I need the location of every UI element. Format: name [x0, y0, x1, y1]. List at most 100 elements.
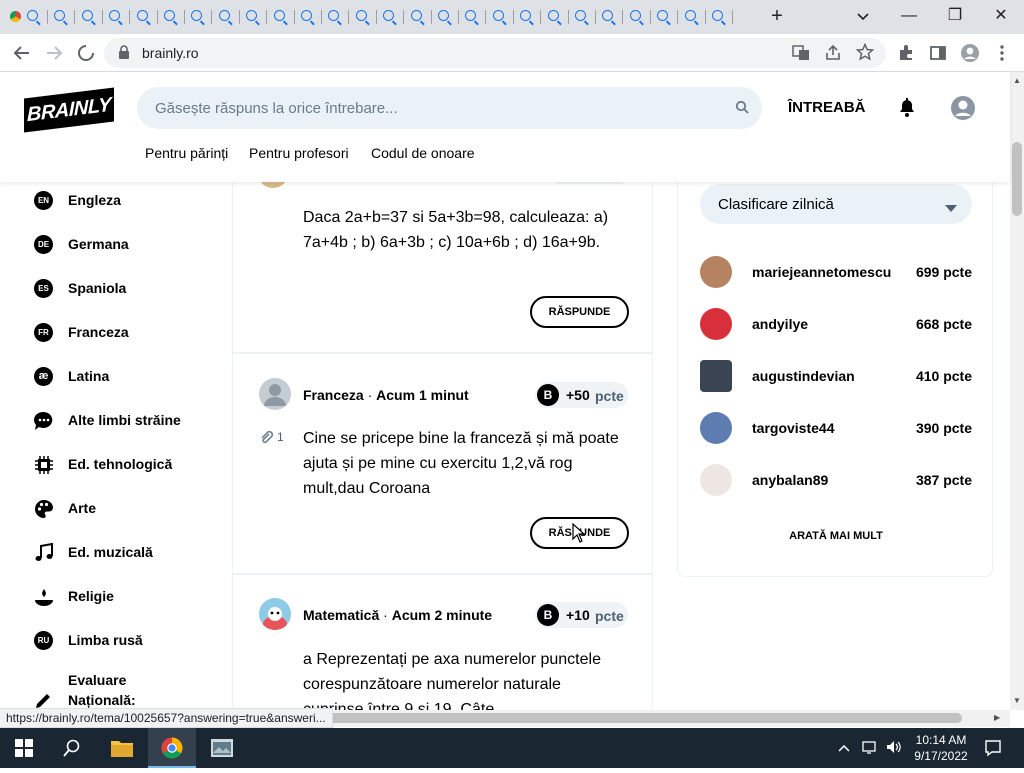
ranking-row[interactable]: targoviste44 390 pcte — [700, 410, 974, 450]
sidebar-item-limba-rusa[interactable]: RU Limba rusă — [34, 624, 224, 654]
tab-search-favicon-icon[interactable] — [27, 10, 38, 21]
search-input[interactable] — [155, 97, 715, 119]
avatar[interactable] — [700, 308, 732, 340]
volume-icon[interactable] — [886, 740, 902, 759]
avatar[interactable] — [700, 360, 732, 392]
translate-icon[interactable] — [792, 44, 810, 67]
bookmark-star-icon[interactable] — [855, 42, 875, 66]
sidebar-item-franceza[interactable]: FR Franceza — [34, 316, 224, 346]
avatar[interactable] — [259, 598, 291, 630]
sidebar-item-ed-muzicala[interactable]: Ed. muzicală — [34, 536, 224, 566]
tab-search-favicon-icon[interactable] — [383, 10, 395, 21]
tab-search-favicon-icon[interactable] — [657, 10, 669, 21]
clock[interactable]: 10:14 AM 9/17/2022 — [912, 732, 970, 764]
tab-search-favicon-icon[interactable] — [136, 10, 148, 21]
profile-icon[interactable] — [958, 41, 982, 65]
search-box[interactable] — [137, 87, 762, 129]
ranking-username[interactable]: anybalan89 — [752, 472, 828, 488]
sidebar-item-evaluare[interactable]: Evaluare Națională: — [34, 666, 224, 710]
ranking-row[interactable]: anybalan89 387 pcte — [700, 462, 974, 502]
tab-search-favicon-icon[interactable] — [520, 10, 532, 21]
question-text[interactable]: Daca 2a+b=37 si 5a+3b=98, calculeaza: a)… — [303, 205, 623, 255]
ranking-username[interactable]: targoviste44 — [752, 420, 834, 436]
menu-kebab-icon[interactable] — [990, 41, 1014, 65]
forward-icon[interactable] — [42, 41, 66, 65]
ranking-row[interactable]: augustindevian 410 pcte — [700, 358, 974, 398]
lock-icon[interactable] — [118, 45, 130, 65]
file-explorer-icon[interactable] — [98, 728, 146, 768]
notification-center-icon[interactable] — [984, 739, 1002, 762]
address-bar[interactable]: brainly.ro — [104, 38, 886, 68]
sidebar-item-latina[interactable]: æ Latina — [34, 360, 224, 390]
close-window-button[interactable]: ✕ — [986, 4, 1016, 28]
sidebar-item-spaniola[interactable]: ES Spaniola — [34, 272, 224, 302]
taskbar-search-icon[interactable] — [48, 728, 96, 768]
avatar[interactable] — [700, 464, 732, 496]
share-icon[interactable] — [824, 44, 842, 67]
tab-search-favicon-icon[interactable] — [191, 10, 203, 21]
tab-search-favicon-icon[interactable] — [164, 10, 175, 21]
ranking-row[interactable]: andyilye 668 pcte — [700, 306, 974, 346]
tab-search-favicon-icon[interactable] — [465, 10, 477, 21]
tab-search-favicon-icon[interactable] — [328, 10, 340, 21]
tab-search-favicon-icon[interactable] — [218, 10, 230, 21]
sidebar-item-germana[interactable]: DE Germana — [34, 228, 224, 258]
link-honor-code[interactable]: Codul de onoare — [371, 145, 475, 161]
tab-search-favicon-icon[interactable] — [712, 10, 723, 21]
avatar[interactable] — [259, 182, 287, 188]
question-text[interactable]: Cine se pricepe bine la franceză și mă p… — [303, 426, 623, 501]
subject-label[interactable]: Franceza — [303, 387, 364, 403]
chevron-up-icon[interactable] — [838, 740, 850, 755]
brainly-logo[interactable]: BRAINLY — [24, 87, 114, 133]
sidebar-item-alte-limbi[interactable]: Alte limbi străine — [33, 404, 224, 434]
tab-search-favicon-icon[interactable] — [629, 10, 641, 21]
avatar[interactable] — [700, 256, 732, 288]
minimize-button[interactable]: — — [894, 4, 924, 28]
tab-search-favicon-icon[interactable] — [602, 10, 614, 21]
tab-search-favicon-icon[interactable] — [547, 10, 559, 21]
link-teachers[interactable]: Pentru profesori — [249, 145, 349, 161]
sidebar-item-arte[interactable]: Arte — [34, 492, 224, 522]
tab-search-favicon-icon[interactable] — [492, 10, 504, 21]
ask-question-button[interactable]: ÎNTREABĂ — [788, 99, 866, 116]
stop-loading-icon[interactable] — [74, 41, 98, 65]
subject-label[interactable]: Matematică — [303, 607, 379, 623]
search-icon[interactable] — [735, 100, 749, 119]
show-more-button[interactable]: ARATĂ MAI MULT — [678, 530, 994, 542]
scroll-right-arrow-icon[interactable]: ▶ — [994, 713, 1000, 722]
back-icon[interactable] — [10, 41, 34, 65]
answer-button[interactable]: RĂSPUNDE — [530, 296, 629, 328]
network-icon[interactable] — [862, 740, 880, 759]
question-text[interactable]: a Reprezentați pe axa numerelor punctele… — [303, 647, 623, 710]
avatar[interactable] — [259, 378, 291, 410]
restore-button[interactable]: ❐ — [940, 4, 970, 28]
ranking-username[interactable]: andyilye — [752, 316, 808, 332]
sidebar-item-religie[interactable]: Religie — [34, 580, 224, 610]
ranking-row[interactable]: mariejeannetomescu 699 pcte — [700, 254, 974, 294]
scroll-up-arrow-icon[interactable]: ▲ — [1013, 76, 1021, 85]
tab-search-favicon-icon[interactable] — [438, 10, 449, 21]
sidebar-item-engleza[interactable]: EN Engleza — [34, 184, 224, 214]
ranking-period-select[interactable]: Clasificare zilnică — [700, 184, 972, 224]
extensions-icon[interactable] — [894, 41, 918, 65]
ranking-username[interactable]: augustindevian — [752, 368, 855, 384]
tab-search-favicon-icon[interactable] — [246, 10, 258, 21]
tab-search-favicon-icon[interactable] — [109, 10, 121, 21]
user-avatar-icon[interactable] — [950, 95, 976, 126]
tab-search-favicon-icon[interactable] — [81, 10, 93, 21]
ranking-username[interactable]: mariejeannetomescu — [752, 264, 891, 280]
start-button[interactable] — [0, 728, 48, 768]
notifications-bell-icon[interactable] — [896, 96, 918, 123]
tab-search-favicon-icon[interactable] — [575, 10, 586, 21]
tab-search-favicon-icon[interactable] — [273, 10, 285, 21]
sidebar-item-ed-tehnologica[interactable]: Ed. tehnologică — [34, 448, 224, 478]
tab-search-favicon-icon[interactable] — [684, 10, 696, 21]
side-panel-icon[interactable] — [926, 41, 950, 65]
tab-search-favicon-icon[interactable] — [301, 10, 312, 21]
vertical-scrollbar[interactable]: ▲ ▼ — [1010, 72, 1024, 710]
new-tab-button[interactable]: + — [762, 4, 792, 28]
link-parents[interactable]: Pentru părinți — [145, 145, 228, 161]
chrome-taskbar-icon[interactable] — [148, 728, 196, 768]
scrollbar-thumb[interactable] — [1012, 142, 1022, 216]
avatar[interactable] — [700, 412, 732, 444]
